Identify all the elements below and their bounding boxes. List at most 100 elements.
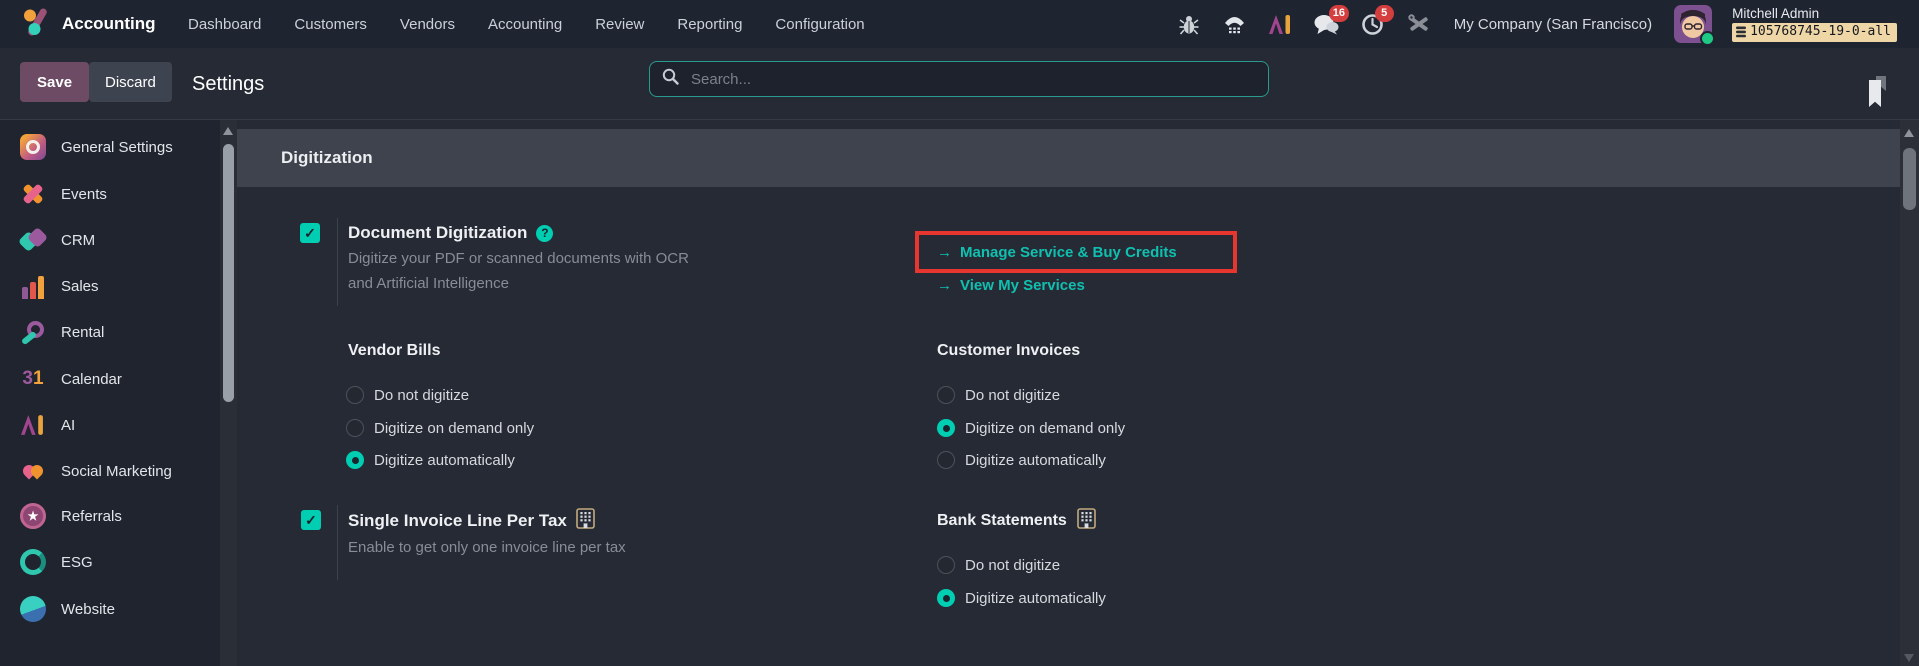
search-icon: [662, 68, 679, 90]
top-nav-right: 16 5 My Company (San Francisco) Mitchell…: [1176, 0, 1897, 48]
vendor-bills-label: Vendor Bills: [348, 342, 441, 359]
radio-unselected[interactable]: [346, 419, 364, 437]
menu-reporting[interactable]: Reporting: [677, 16, 742, 33]
document-digitization-description: Digitize your PDF or scanned documents w…: [348, 250, 689, 292]
bookmark-icon[interactable]: [1867, 76, 1888, 113]
database-icon: [1736, 26, 1747, 38]
radio-unselected[interactable]: [937, 556, 955, 574]
social-marketing-icon: [20, 458, 46, 484]
user-menu[interactable]: Mitchell Admin 105768745-19-0-all: [1732, 6, 1897, 42]
menu-configuration[interactable]: Configuration: [775, 16, 864, 33]
company-switcher[interactable]: My Company (San Francisco): [1454, 16, 1652, 33]
document-digitization-label: Document Digitization ?: [348, 221, 554, 245]
sidebar-item-referrals[interactable]: Referrals: [0, 493, 220, 539]
section-header-digitization: Digitization: [237, 129, 1900, 187]
settings-sidebar: General Settings Events CRM Sales Rental…: [0, 120, 220, 666]
vendor-bills-option-do-not-digitize[interactable]: Do not digitize: [346, 383, 469, 407]
sidebar-item-website[interactable]: Website: [0, 586, 220, 632]
main-scrollbar[interactable]: [1900, 120, 1919, 666]
ai-app-icon: [20, 412, 46, 438]
vendor-bills-option-digitize-automatically[interactable]: Digitize automatically: [346, 448, 515, 472]
divider: [337, 218, 338, 306]
sidebar-item-calendar[interactable]: 31 Calendar: [0, 356, 220, 402]
search-input[interactable]: [689, 69, 1256, 89]
crm-icon: [20, 227, 46, 253]
accounting-app-logo-icon: [22, 8, 50, 41]
document-digitization-checkbox[interactable]: [300, 223, 320, 243]
menu-accounting[interactable]: Accounting: [488, 16, 562, 33]
esg-icon: [20, 549, 46, 575]
help-icon[interactable]: ?: [536, 224, 554, 242]
sidebar-item-rental[interactable]: Rental: [0, 309, 220, 355]
app-name[interactable]: Accounting: [62, 14, 156, 34]
bank-statements-option-digitize-automatically[interactable]: Digitize automatically: [937, 586, 1106, 610]
phone-icon[interactable]: [1222, 11, 1248, 37]
sidebar-item-social-marketing[interactable]: Social Marketing: [0, 448, 220, 494]
enterprise-building-icon: [576, 508, 595, 534]
highlight-red-box: → Manage Service & Buy Credits: [915, 231, 1237, 273]
database-badge: 105768745-19-0-all: [1732, 23, 1897, 42]
top-nav-bar: Accounting Dashboard Customers Vendors A…: [0, 0, 1919, 48]
enterprise-building-icon: [1077, 508, 1096, 534]
control-bar: Save Discard Settings: [0, 48, 1919, 120]
sales-icon: [20, 273, 46, 299]
customer-invoices-option-digitize-automatically[interactable]: Digitize automatically: [937, 448, 1106, 472]
messages-count-badge: 16: [1328, 5, 1349, 22]
events-icon: [20, 181, 46, 207]
main-scrollbar-thumb[interactable]: [1903, 148, 1916, 210]
sidebar-item-general-settings[interactable]: General Settings: [0, 124, 220, 170]
rental-icon: [20, 319, 46, 345]
referrals-icon: [20, 503, 46, 529]
avatar[interactable]: [1674, 5, 1716, 46]
divider: [337, 505, 338, 580]
app-brand[interactable]: Accounting: [22, 0, 156, 48]
top-menu: Dashboard Customers Vendors Accounting R…: [188, 0, 865, 48]
radio-unselected[interactable]: [937, 386, 955, 404]
radio-selected[interactable]: [346, 451, 364, 469]
sidebar-item-esg[interactable]: ESG: [0, 539, 220, 585]
sidebar-item-ai[interactable]: AI: [0, 402, 220, 448]
menu-review[interactable]: Review: [595, 16, 644, 33]
calendar-icon: 31: [22, 368, 44, 389]
arrow-right-icon: →: [937, 277, 952, 294]
sidebar-item-crm[interactable]: CRM: [0, 217, 220, 263]
sidebar-scrollbar-thumb[interactable]: [223, 144, 234, 402]
general-settings-icon: [20, 134, 46, 160]
sidebar-scroll-up-arrow[interactable]: [223, 127, 233, 135]
bank-statements-option-do-not-digitize[interactable]: Do not digitize: [937, 553, 1060, 577]
single-invoice-line-label: Single Invoice Line Per Tax: [348, 508, 595, 534]
menu-dashboard[interactable]: Dashboard: [188, 16, 261, 33]
radio-selected[interactable]: [937, 589, 955, 607]
sidebar-scrollbar[interactable]: [220, 120, 237, 666]
bug-icon[interactable]: [1176, 11, 1202, 37]
customer-invoices-option-digitize-on-demand[interactable]: Digitize on demand only: [937, 416, 1125, 440]
arrow-right-icon: →: [937, 243, 952, 261]
online-status-dot: [1700, 31, 1716, 46]
radio-selected[interactable]: [937, 419, 955, 437]
single-invoice-line-checkbox[interactable]: [301, 510, 321, 530]
page-title: Settings: [192, 72, 265, 95]
customer-invoices-label: Customer Invoices: [937, 342, 1081, 359]
search-bar[interactable]: [649, 61, 1269, 97]
activities-icon[interactable]: 5: [1360, 5, 1394, 37]
vendor-bills-option-digitize-on-demand[interactable]: Digitize on demand only: [346, 416, 534, 440]
menu-customers[interactable]: Customers: [294, 16, 367, 33]
radio-unselected[interactable]: [937, 451, 955, 469]
manage-service-link[interactable]: → Manage Service & Buy Credits: [937, 244, 1177, 261]
save-button[interactable]: Save: [20, 62, 90, 102]
sidebar-item-events[interactable]: Events: [0, 171, 220, 217]
settings-content: Digitization Document Digitization ? Dig…: [237, 120, 1900, 666]
ai-icon[interactable]: [1268, 11, 1294, 37]
view-my-services-link[interactable]: → View My Services: [937, 277, 1085, 294]
radio-unselected[interactable]: [346, 386, 364, 404]
messages-icon[interactable]: 16: [1314, 5, 1349, 37]
main-scroll-down-arrow[interactable]: [1904, 654, 1914, 662]
tools-icon[interactable]: [1406, 11, 1432, 37]
menu-vendors[interactable]: Vendors: [400, 16, 455, 33]
main-scroll-up-arrow[interactable]: [1904, 129, 1914, 137]
activities-count-badge: 5: [1374, 5, 1394, 22]
discard-button[interactable]: Discard: [89, 62, 172, 102]
customer-invoices-option-do-not-digitize[interactable]: Do not digitize: [937, 383, 1060, 407]
odoo-settings-screen: Accounting Dashboard Customers Vendors A…: [0, 0, 1919, 666]
sidebar-item-sales[interactable]: Sales: [0, 263, 220, 309]
